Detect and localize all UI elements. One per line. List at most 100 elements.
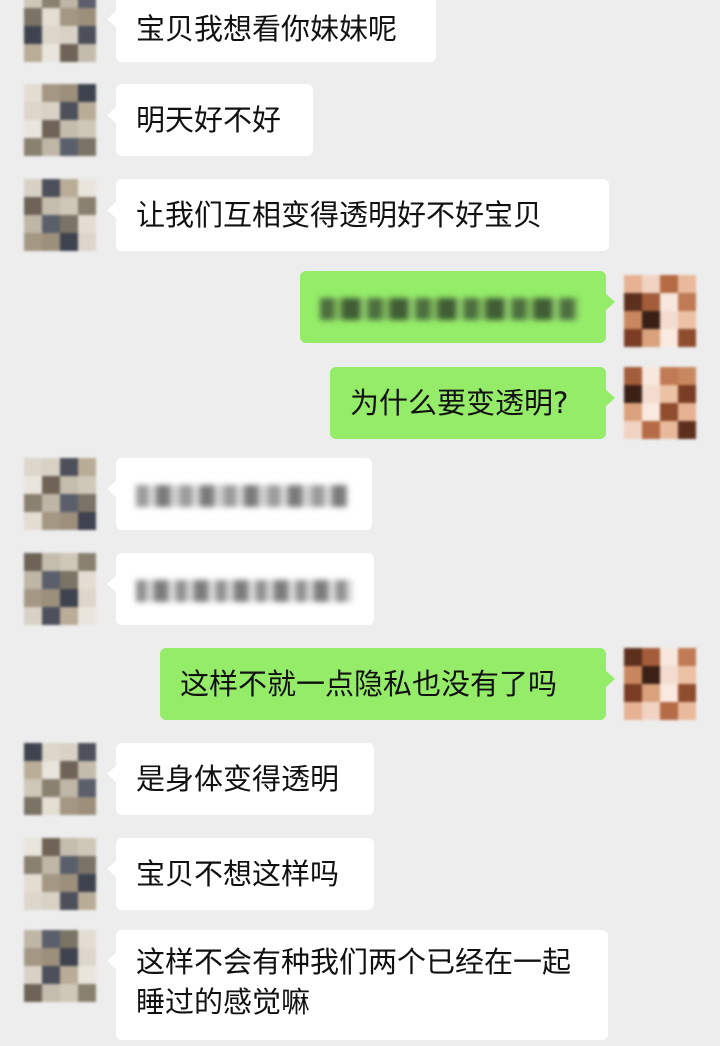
avatar-mosaic-cell: [624, 329, 642, 347]
avatar-mosaic-cell: [60, 215, 78, 233]
avatar-mosaic-cell: [24, 743, 42, 761]
avatar-mosaic-cell: [42, 476, 60, 494]
avatar-mosaic-cell: [678, 293, 696, 311]
avatar-mosaic-cell: [24, 984, 42, 1002]
avatar-mosaic-cell: [42, 26, 60, 44]
avatar-mosaic-cell: [24, 476, 42, 494]
avatar-mosaic-cell: [42, 179, 60, 197]
avatar-mosaic-cell: [60, 743, 78, 761]
outgoing-message-bubble[interactable]: [300, 271, 615, 343]
chat-message: 明天好不好: [0, 84, 720, 158]
contact-avatar[interactable]: [24, 930, 96, 1002]
incoming-message-bubble[interactable]: [107, 553, 374, 625]
avatar-mosaic-cell: [78, 494, 96, 512]
avatar-mosaic-cell: [24, 458, 42, 476]
avatar-mosaic-cell: [24, 102, 42, 120]
avatar-mosaic-cell: [42, 8, 60, 26]
avatar-mosaic-cell: [678, 702, 696, 720]
chat-message: 为什么要变透明?: [0, 367, 720, 443]
avatar-mosaic-cell: [642, 329, 660, 347]
avatar-mosaic-cell: [642, 702, 660, 720]
chat-message: 是身体变得透明: [0, 743, 720, 819]
avatar-mosaic-cell: [24, 966, 42, 984]
avatar-mosaic-cell: [678, 385, 696, 403]
user-avatar[interactable]: [624, 648, 696, 720]
avatar-mosaic-cell: [642, 293, 660, 311]
avatar-mosaic-cell: [642, 403, 660, 421]
contact-avatar[interactable]: [24, 743, 96, 815]
avatar-mosaic-cell: [42, 458, 60, 476]
avatar-mosaic-cell: [660, 666, 678, 684]
avatar-mosaic-cell: [60, 120, 78, 138]
incoming-message-bubble[interactable]: 宝贝我想看你妹妹呢: [107, 0, 436, 62]
chat-message: 宝贝我想看你妹妹呢: [0, 0, 720, 62]
contact-avatar[interactable]: [24, 458, 96, 530]
avatar-mosaic-cell: [78, 120, 96, 138]
avatar-mosaic-cell: [42, 233, 60, 251]
avatar-mosaic-cell: [60, 797, 78, 815]
avatar-mosaic-cell: [660, 421, 678, 439]
avatar-mosaic-cell: [78, 892, 96, 910]
avatar-mosaic-cell: [660, 385, 678, 403]
avatar-mosaic-cell: [60, 571, 78, 589]
incoming-message-bubble[interactable]: 明天好不好: [107, 84, 313, 156]
avatar-mosaic-cell: [24, 494, 42, 512]
contact-avatar[interactable]: [24, 553, 96, 625]
chat-message: 宝贝不想这样吗: [0, 838, 720, 914]
avatar-mosaic-cell: [624, 403, 642, 421]
avatar-mosaic-cell: [78, 8, 96, 26]
avatar-mosaic-cell: [642, 684, 660, 702]
avatar-mosaic-cell: [60, 779, 78, 797]
avatar-mosaic-cell: [24, 138, 42, 156]
avatar-mosaic-cell: [42, 607, 60, 625]
incoming-message-bubble[interactable]: 让我们互相变得透明好不好宝贝: [107, 179, 609, 251]
outgoing-message-bubble[interactable]: 为什么要变透明?: [330, 367, 615, 439]
avatar-mosaic-cell: [78, 44, 96, 62]
avatar-mosaic-cell: [60, 512, 78, 530]
outgoing-message-bubble[interactable]: 这样不就一点隐私也没有了吗: [160, 648, 615, 720]
avatar-mosaic-cell: [660, 311, 678, 329]
user-avatar[interactable]: [624, 275, 696, 347]
avatar-mosaic-cell: [678, 684, 696, 702]
incoming-message-bubble[interactable]: [107, 458, 372, 530]
contact-avatar[interactable]: [24, 179, 96, 251]
avatar-mosaic-cell: [60, 8, 78, 26]
contact-avatar[interactable]: [24, 0, 96, 62]
avatar-mosaic-cell: [624, 367, 642, 385]
avatar-mosaic-cell: [678, 403, 696, 421]
avatar-mosaic-cell: [78, 0, 96, 8]
avatar-mosaic-cell: [78, 966, 96, 984]
avatar-mosaic-cell: [660, 702, 678, 720]
avatar-mosaic-cell: [78, 838, 96, 856]
avatar-mosaic-cell: [42, 966, 60, 984]
user-avatar[interactable]: [624, 367, 696, 439]
incoming-message-bubble[interactable]: 宝贝不想这样吗: [107, 838, 374, 910]
avatar-mosaic-cell: [678, 666, 696, 684]
avatar-mosaic-cell: [42, 856, 60, 874]
avatar-mosaic-cell: [60, 102, 78, 120]
avatar-mosaic-cell: [42, 138, 60, 156]
avatar-mosaic-cell: [678, 311, 696, 329]
avatar-mosaic-cell: [42, 797, 60, 815]
avatar-mosaic-cell: [624, 421, 642, 439]
avatar-mosaic-cell: [78, 984, 96, 1002]
avatar-mosaic-cell: [642, 421, 660, 439]
avatar-mosaic-cell: [42, 215, 60, 233]
incoming-message-bubble[interactable]: 这样不会有种我们两个已经在一起睡过的感觉嘛: [107, 930, 608, 1040]
avatar-mosaic-cell: [24, 779, 42, 797]
avatar-mosaic-cell: [78, 856, 96, 874]
avatar-mosaic-cell: [42, 494, 60, 512]
avatar-mosaic-cell: [78, 948, 96, 966]
contact-avatar[interactable]: [24, 84, 96, 156]
avatar-mosaic-cell: [24, 761, 42, 779]
contact-avatar[interactable]: [24, 838, 96, 910]
avatar-mosaic-cell: [42, 779, 60, 797]
avatar-mosaic-cell: [24, 838, 42, 856]
avatar-mosaic-cell: [42, 874, 60, 892]
incoming-message-bubble[interactable]: 是身体变得透明: [107, 743, 374, 815]
avatar-mosaic-cell: [624, 684, 642, 702]
avatar-mosaic-cell: [24, 930, 42, 948]
avatar-mosaic-cell: [78, 476, 96, 494]
avatar-mosaic-cell: [42, 761, 60, 779]
avatar-mosaic-cell: [78, 138, 96, 156]
